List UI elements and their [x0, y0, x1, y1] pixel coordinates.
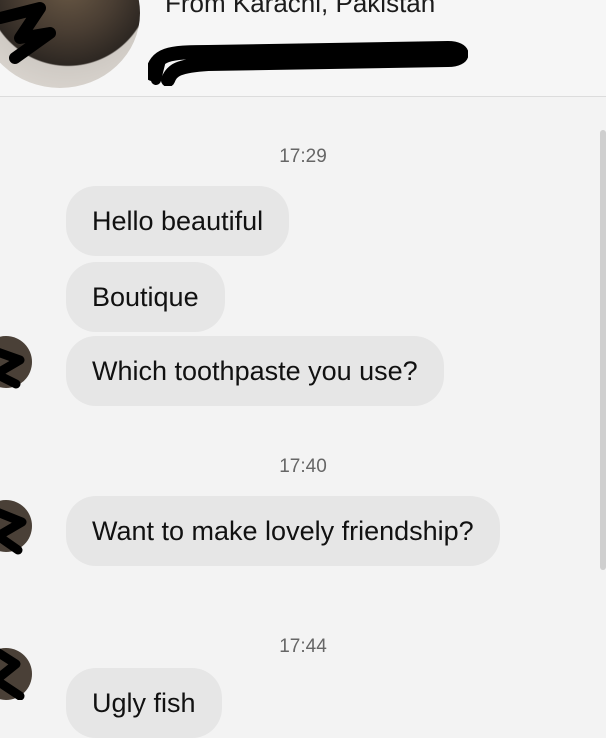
message-bubble[interactable]: Boutique: [66, 262, 225, 332]
redacted-name: [148, 40, 468, 86]
scrollbar[interactable]: [600, 130, 606, 570]
profile-avatar[interactable]: [0, 0, 140, 88]
sender-avatar[interactable]: [0, 496, 38, 556]
sender-avatar[interactable]: [0, 640, 38, 700]
message-bubble[interactable]: Ugly fish: [66, 668, 222, 738]
conversation-header: From Karachi, Pakistan: [0, 0, 606, 97]
message-bubble[interactable]: Which toothpaste you use?: [66, 336, 444, 406]
profile-location: From Karachi, Pakistan: [165, 0, 436, 18]
timestamp: 17:40: [279, 456, 327, 477]
redaction-scribble-icon: [0, 2, 56, 64]
timestamp: 17:44: [279, 636, 327, 657]
sender-avatar[interactable]: [0, 332, 38, 392]
message-bubble[interactable]: Want to make lovely friendship?: [66, 496, 500, 566]
timestamp: 17:29: [279, 146, 327, 167]
message-bubble[interactable]: Hello beautiful: [66, 186, 290, 256]
